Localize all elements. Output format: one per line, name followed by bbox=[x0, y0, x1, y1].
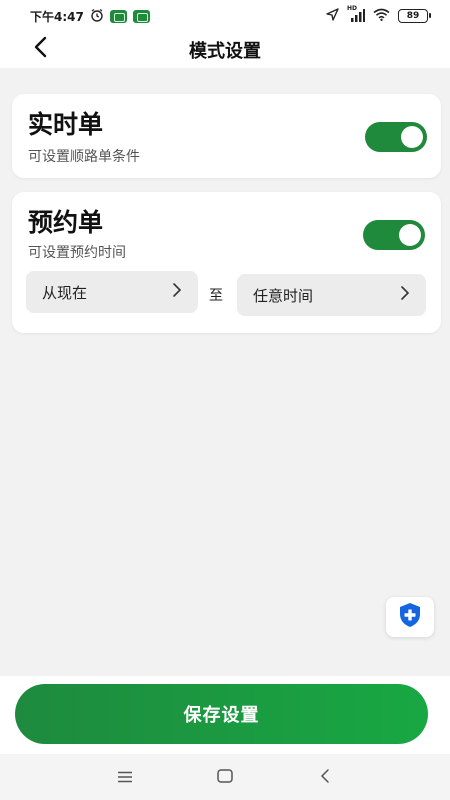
toggle-knob bbox=[399, 224, 421, 246]
chevron-right-icon bbox=[172, 282, 182, 303]
realtime-order-card: 实时单 可设置顺路单条件 bbox=[12, 94, 441, 178]
start-time-picker[interactable]: 从现在 bbox=[26, 271, 198, 313]
page-title: 模式设置 bbox=[189, 41, 261, 62]
app-notification-icon bbox=[109, 9, 127, 23]
location-arrow-icon bbox=[326, 8, 339, 24]
status-time: 下午4:47 bbox=[30, 9, 84, 24]
toggle-knob bbox=[401, 126, 423, 148]
nav-back-icon bbox=[320, 768, 330, 787]
system-nav-bar bbox=[0, 754, 450, 800]
realtime-order-title: 实时单 bbox=[28, 110, 104, 139]
end-time-picker[interactable]: 任意时间 bbox=[237, 274, 426, 316]
menu-button[interactable] bbox=[110, 762, 140, 792]
realtime-order-subtitle: 可设置顺路单条件 bbox=[28, 149, 140, 165]
shield-plus-icon bbox=[398, 602, 422, 632]
nav-back-button[interactable] bbox=[310, 762, 340, 792]
home-square-icon bbox=[217, 768, 233, 787]
signal-bars-icon: HD bbox=[347, 5, 365, 23]
chevron-left-icon bbox=[33, 36, 49, 62]
reservation-order-toggle[interactable] bbox=[363, 220, 425, 250]
battery-icon: 89 bbox=[398, 9, 431, 23]
app-notification-icon bbox=[132, 9, 150, 23]
start-time-label: 从现在 bbox=[42, 283, 88, 302]
status-bar: 下午4:47 HD 89 bbox=[0, 0, 450, 32]
home-button[interactable] bbox=[210, 762, 240, 792]
reservation-order-subtitle: 可设置预约时间 bbox=[28, 245, 126, 261]
time-range-separator: 至 bbox=[209, 288, 223, 304]
save-settings-button[interactable]: 保存设置 bbox=[15, 684, 428, 744]
status-right: HD 89 bbox=[326, 5, 431, 24]
reservation-order-card: 预约单 可设置预约时间 从现在 至 任意时间 bbox=[12, 192, 441, 333]
menu-icon bbox=[117, 768, 133, 787]
realtime-order-toggle[interactable] bbox=[365, 122, 427, 152]
end-time-label: 任意时间 bbox=[253, 286, 314, 305]
alarm-clock-icon bbox=[90, 8, 104, 25]
reservation-order-title: 预约单 bbox=[28, 208, 104, 237]
safety-shield-button[interactable] bbox=[386, 597, 434, 637]
wifi-icon bbox=[373, 8, 390, 24]
back-button[interactable] bbox=[26, 34, 56, 64]
status-left: 下午4:47 bbox=[30, 8, 150, 25]
header: 模式设置 bbox=[0, 32, 450, 68]
chevron-right-icon bbox=[400, 285, 410, 306]
battery-level: 89 bbox=[406, 11, 420, 21]
